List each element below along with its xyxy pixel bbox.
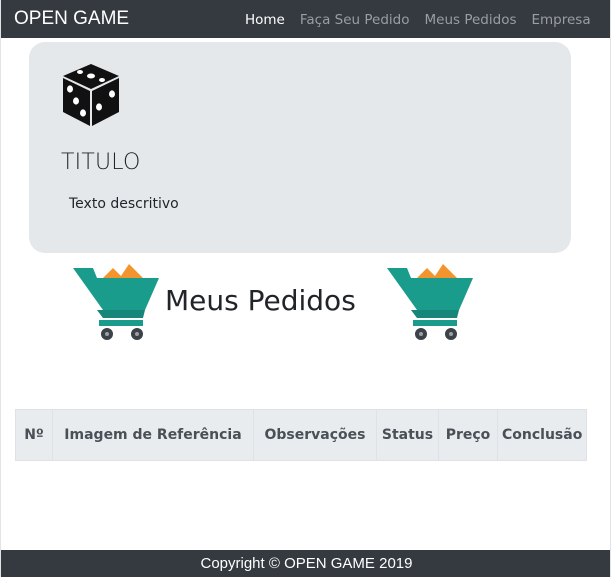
shopping-cart-icon — [387, 264, 473, 340]
orders-table: Nº Imagem de Referência Observações Stat… — [15, 409, 588, 461]
column-header-reference-image: Imagem de Referência — [52, 409, 254, 461]
page-title: Meus Pedidos — [165, 284, 356, 317]
intro-card: TITULO Texto descritivo — [29, 42, 571, 253]
dice-icon — [63, 64, 119, 126]
nav-link-meus-pedidos[interactable]: Meus Pedidos — [425, 12, 517, 28]
column-header-price: Preço — [438, 409, 498, 461]
table-header: Nº Imagem de Referência Observações Stat… — [15, 409, 588, 461]
table-header-row: Nº Imagem de Referência Observações Stat… — [15, 409, 588, 461]
card-title: TITULO — [61, 150, 141, 175]
column-header-observations: Observações — [253, 409, 377, 461]
nav-links: Home Faça Seu Pedido Meus Pedidos Empres… — [245, 12, 606, 28]
shopping-cart-icon — [73, 264, 159, 340]
footer: Copyright © OPEN GAME 2019 — [1, 550, 610, 577]
column-header-number: Nº — [15, 409, 53, 461]
column-header-conclusion: Conclusão — [496, 409, 588, 461]
card-description: Texto descritivo — [69, 196, 179, 212]
nav-link-faca-seu-pedido[interactable]: Faça Seu Pedido — [300, 12, 410, 28]
navbar: OPEN GAME Home Faça Seu Pedido Meus Pedi… — [1, 0, 610, 38]
page: OPEN GAME Home Faça Seu Pedido Meus Pedi… — [0, 0, 611, 577]
column-header-status: Status — [376, 409, 439, 461]
nav-link-empresa[interactable]: Empresa — [531, 12, 590, 28]
nav-link-home[interactable]: Home — [245, 12, 285, 28]
brand-logo[interactable]: OPEN GAME — [14, 8, 129, 30]
